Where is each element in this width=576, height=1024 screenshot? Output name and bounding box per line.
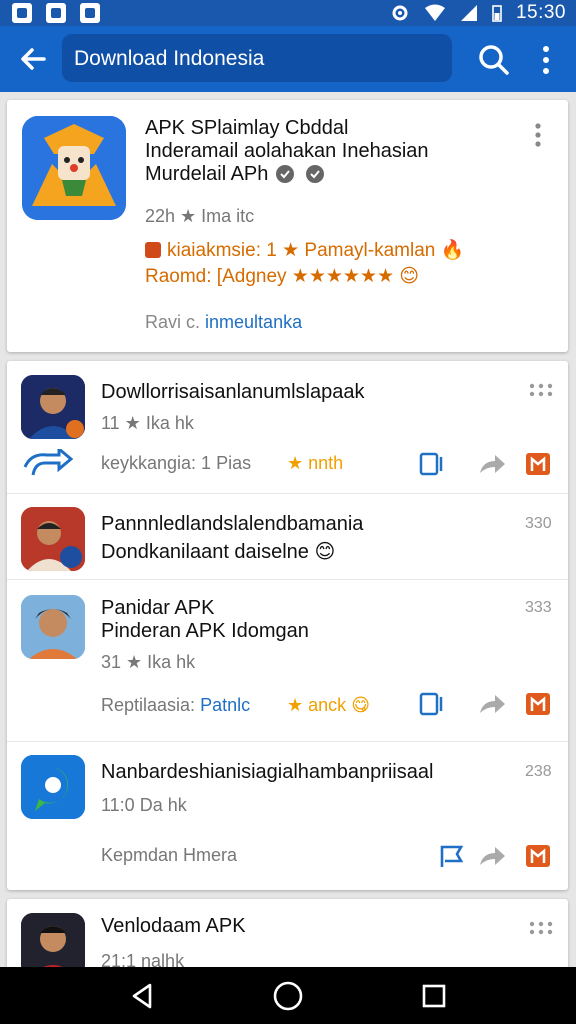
nav-recents-icon[interactable] xyxy=(417,979,451,1013)
list-item-detail: keykkangia: 1 Pias xyxy=(101,453,252,473)
list-item-title[interactable]: Dowllorrisaisanlanumlslapaak xyxy=(101,381,364,404)
list-item-title[interactable]: Venlodaam APK xyxy=(101,915,246,938)
featured-footer-link[interactable]: inmeultanka xyxy=(205,312,302,332)
drag-handle-icon[interactable] xyxy=(529,383,553,397)
list-item-rating-tag: ★ nnth xyxy=(287,453,344,473)
featured-app-title-line3: Murdelail APh xyxy=(145,163,269,185)
search-icon[interactable] xyxy=(474,40,514,80)
notification-n-icon xyxy=(46,3,66,23)
list-item-avatar xyxy=(21,755,85,819)
app-list-card: Dowllorrisaisanlanumlslapaak 11 ★ Ika hk… xyxy=(7,361,568,890)
featured-promo-line2: Raomd: [Adgney ★★★★★★ 😊 xyxy=(145,266,420,287)
bookmark-icon[interactable] xyxy=(523,689,553,719)
notification-check-icon xyxy=(80,3,100,23)
featured-app-title-line1: APK SPlaimlay Cbddal xyxy=(145,117,349,139)
overflow-menu-icon[interactable] xyxy=(532,40,560,80)
share-arrow-icon[interactable] xyxy=(21,449,73,479)
status-time: 15:30 xyxy=(515,2,566,23)
list-item-meta: 11:0 Da hk xyxy=(101,795,187,815)
promo-badge-icon xyxy=(145,242,161,258)
battery-icon xyxy=(492,5,502,22)
settings-gear-icon xyxy=(392,5,408,21)
list-item-count: 238 xyxy=(525,763,552,780)
forward-icon[interactable] xyxy=(477,449,507,479)
featured-app-icon xyxy=(22,116,126,220)
list-item-title[interactable]: Panidar APK xyxy=(101,597,214,620)
wifi-icon xyxy=(424,4,445,21)
app-bar: Download Indonesia xyxy=(0,26,576,92)
bookmark-icon[interactable] xyxy=(523,449,553,479)
save-icon[interactable] xyxy=(417,449,447,479)
list-item-detail: Kepmdan Hmera xyxy=(101,845,238,865)
notification-image-icon xyxy=(12,3,32,23)
verified-badge-icon xyxy=(276,165,324,183)
smile-emoji-icon: 😊 xyxy=(314,541,336,563)
featured-promo-line1: kiaiakmsie: 1 ★ Pamayl-kamlan 🔥 xyxy=(145,238,464,262)
list-item-meta: 31 ★ Ika hk xyxy=(101,652,196,672)
system-nav-bar xyxy=(0,967,576,1024)
list-divider xyxy=(7,493,568,494)
emoji-icon: 😊 xyxy=(399,266,420,287)
list-item-meta: 11 ★ Ika hk xyxy=(101,413,194,433)
wink-emoji-icon: 😋 xyxy=(351,695,370,715)
list-item-avatar xyxy=(21,595,85,659)
list-divider xyxy=(7,579,568,580)
list-item-detail: Reptilaasia: Patnlc xyxy=(101,695,251,715)
drag-handle-icon[interactable] xyxy=(529,921,553,935)
featured-footer: Ravi c. inmeultanka xyxy=(145,312,303,332)
search-input[interactable]: Download Indonesia xyxy=(62,34,452,82)
back-arrow-icon[interactable] xyxy=(14,40,52,78)
nav-back-icon[interactable] xyxy=(126,979,160,1013)
list-item-count: 333 xyxy=(525,599,552,616)
list-item-detail-link[interactable]: Patnlc xyxy=(200,695,250,715)
list-item-title[interactable]: Pannnledlandslalendbamania xyxy=(101,513,363,536)
flag-icon[interactable] xyxy=(437,841,467,871)
list-item-count: 330 xyxy=(525,515,552,532)
bookmark-icon[interactable] xyxy=(523,841,553,871)
featured-app-meta: 22h ★ Ima itc xyxy=(145,206,255,226)
save-icon[interactable] xyxy=(417,689,447,719)
status-bar: 15:30 xyxy=(0,0,576,26)
list-item-avatar xyxy=(21,375,85,439)
nav-home-icon[interactable] xyxy=(271,979,305,1013)
signal-icon xyxy=(460,5,477,21)
list-item-title[interactable]: Nanbardeshianisiagialhambanpriisaal xyxy=(101,761,433,784)
list-divider xyxy=(7,741,568,742)
list-item-subtitle: Dondkanilaant daiselne 😊 xyxy=(101,541,336,563)
list-item-subtitle: Pinderan APK Idomgan xyxy=(101,620,309,642)
list-item-rating-tag: ★ anck 😋 xyxy=(287,695,370,715)
featured-app-card[interactable]: APK SPlaimlay Cbddal Inderamail aolahaka… xyxy=(7,100,568,352)
forward-icon[interactable] xyxy=(477,841,507,871)
featured-app-title-line2: Inderamail aolahakan Inehasian xyxy=(145,140,429,162)
list-item-avatar xyxy=(21,507,85,571)
featured-more-icon[interactable] xyxy=(528,122,548,148)
forward-icon[interactable] xyxy=(477,689,507,719)
fire-icon: 🔥 xyxy=(440,240,465,261)
